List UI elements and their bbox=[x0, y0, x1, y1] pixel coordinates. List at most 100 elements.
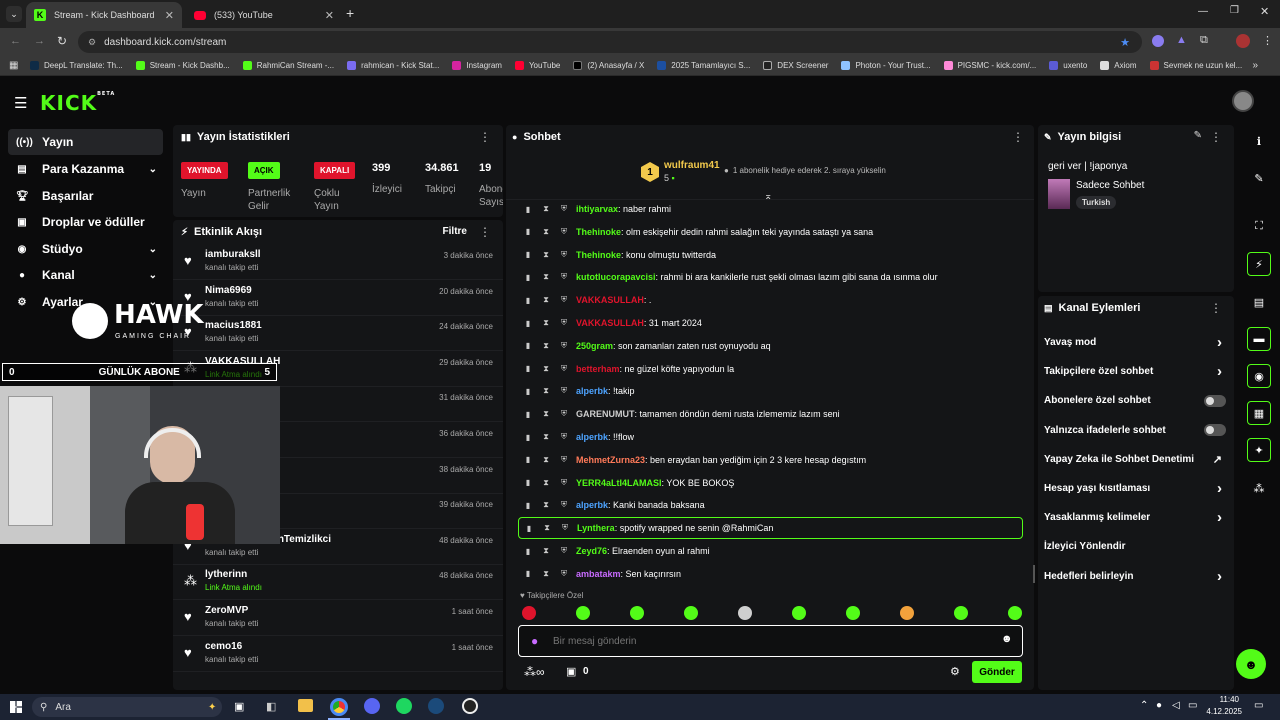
chat-username[interactable]: kutotlucorapavcisi bbox=[576, 272, 656, 282]
site-info-icon[interactable]: ⚙ bbox=[88, 37, 96, 48]
channel-action-item[interactable]: Takipçilere özel sohbet › bbox=[1044, 357, 1230, 386]
trash-icon[interactable]: ▮ bbox=[520, 410, 536, 419]
activity-username[interactable]: macius1881 bbox=[205, 320, 262, 331]
chat-username[interactable]: Thehinoke bbox=[576, 250, 621, 260]
chat-username[interactable]: betterham bbox=[576, 364, 620, 374]
battery-icon[interactable]: ▭ bbox=[1188, 700, 1197, 711]
activity-username[interactable]: ZeroMVP bbox=[205, 605, 248, 616]
tab-youtube[interactable]: (533) YouTube ✕ bbox=[186, 2, 342, 28]
spotify-icon[interactable] bbox=[396, 698, 412, 714]
chat-username[interactable]: alperbk bbox=[576, 386, 608, 396]
chat-message[interactable]: ▮ ⧗ ⛨ GARENUMUT: tamamen döndün demi rusta … bbox=[518, 403, 1023, 425]
mod-badge-icon[interactable]: ⛨ bbox=[556, 546, 572, 556]
timeout-icon[interactable]: ⧗ bbox=[538, 455, 554, 465]
mod-badge-icon[interactable]: ⛨ bbox=[556, 295, 572, 305]
mod-badge-icon[interactable]: ⛨ bbox=[556, 386, 572, 396]
chat-message[interactable]: ▮ ⧗ ⛨ ihtiyarvax: naber rahmi bbox=[518, 198, 1023, 220]
microphone-icon[interactable]: ● bbox=[1156, 700, 1162, 711]
channel-action-item[interactable]: Hesap yaşı kısıtlaması › bbox=[1044, 474, 1230, 503]
chat-icon[interactable]: ▬ bbox=[1247, 327, 1271, 351]
wrench-icon[interactable]: ✦ bbox=[1247, 438, 1271, 462]
mod-badge-icon[interactable]: ⛨ bbox=[556, 500, 572, 510]
chat-message[interactable]: ▮ ⧗ ⛨ MehmetZurna23: ben eraydan ban yediği… bbox=[518, 449, 1023, 471]
close-window-icon[interactable]: ✕ bbox=[1260, 5, 1269, 18]
volume-icon[interactable]: ◁ bbox=[1172, 700, 1180, 711]
trash-icon[interactable]: ▮ bbox=[520, 501, 536, 510]
emote-icon[interactable] bbox=[954, 606, 968, 620]
chat-message-input[interactable] bbox=[553, 632, 973, 650]
chat-message[interactable]: ▮ ⧗ ⛨ Thehinoke: olm eskişehir dedin rahmi … bbox=[518, 221, 1023, 243]
trash-icon[interactable]: ▮ bbox=[521, 524, 537, 533]
help-chat-icon[interactable]: ☻ bbox=[1236, 649, 1266, 679]
bookmark-star-icon[interactable]: ★ bbox=[1120, 36, 1130, 49]
bookmark-deepl[interactable]: DeepL Translate: Th... bbox=[30, 61, 123, 70]
trash-icon[interactable]: ▮ bbox=[520, 547, 536, 556]
timeout-icon[interactable]: ⧗ bbox=[538, 432, 554, 442]
obs-icon[interactable] bbox=[462, 698, 478, 714]
trash-icon[interactable]: ▮ bbox=[520, 250, 536, 259]
mod-badge-icon[interactable]: ⛨ bbox=[556, 432, 572, 442]
trash-icon[interactable]: ▮ bbox=[520, 296, 536, 305]
mod-badge-icon[interactable]: ⛨ bbox=[556, 204, 572, 214]
timeout-icon[interactable]: ⧗ bbox=[538, 295, 554, 305]
address-bar[interactable]: ⚙ dashboard.kick.com/stream ★ bbox=[78, 31, 1142, 53]
chat-username[interactable]: Thehinoke bbox=[576, 227, 621, 237]
timeout-icon[interactable]: ⧗ bbox=[538, 364, 554, 374]
chat-message[interactable]: ▮ ⧗ ⛨ VAKKASULLAH: . bbox=[518, 289, 1023, 311]
chat-menu-icon[interactable]: ⋮ bbox=[1012, 130, 1024, 144]
timeout-icon[interactable]: ⧗ bbox=[538, 204, 554, 214]
chat-username[interactable]: VAKKASULLAH bbox=[576, 318, 644, 328]
discord-icon[interactable] bbox=[364, 698, 380, 714]
chat-username[interactable]: Zeyd76 bbox=[576, 546, 607, 556]
timeout-icon[interactable]: ⧗ bbox=[538, 569, 554, 579]
maximize-icon[interactable]: ❐ bbox=[1230, 5, 1239, 16]
bookmark-uxento[interactable]: uxento bbox=[1049, 61, 1087, 70]
chat-message[interactable]: ▮ ⧗ ⛨ Thehinoke: konu olmuştu twitterda bbox=[518, 244, 1023, 266]
mod-badge-icon[interactable]: ⛨ bbox=[556, 569, 572, 579]
chat-username[interactable]: 250gram bbox=[576, 341, 613, 351]
mod-badge-icon[interactable]: ⛨ bbox=[556, 341, 572, 351]
extensions-puzzle-icon[interactable]: ⧉ bbox=[1200, 34, 1208, 47]
chat-username[interactable]: YERR4aLtI4LAMASI bbox=[576, 478, 662, 488]
channel-points-icon[interactable]: ⁂∞ bbox=[524, 665, 545, 679]
timeout-icon[interactable]: ⧗ bbox=[538, 546, 554, 556]
timeout-icon[interactable]: ⧗ bbox=[538, 250, 554, 260]
activity-item[interactable]: ♥ iamburaksll kanalı takip etti 3 dakika ön… bbox=[173, 244, 503, 280]
emote-icon[interactable] bbox=[522, 606, 536, 620]
nav-item-yayin[interactable]: ((•)) Yayın bbox=[8, 129, 163, 155]
profile-avatar-icon[interactable] bbox=[1236, 34, 1250, 48]
chat-message[interactable]: ▮ ⧗ ⛨ kutotlucorapavcisi: rahmi bi ara kank… bbox=[518, 266, 1023, 288]
kick-logo[interactable]: KICKBETA bbox=[40, 91, 115, 115]
info-icon[interactable]: ℹ bbox=[1247, 129, 1271, 153]
bookmark-youtube[interactable]: YouTube bbox=[514, 61, 560, 70]
timeout-icon[interactable]: ⧗ bbox=[538, 318, 554, 328]
timeout-icon[interactable]: ⧗ bbox=[538, 386, 554, 396]
tray-chevron-icon[interactable]: ⌃ bbox=[1140, 700, 1148, 711]
bookmark-x[interactable]: (2) Anasayfa / X bbox=[573, 61, 644, 70]
trash-icon[interactable]: ▮ bbox=[520, 387, 536, 396]
chat-username[interactable]: GARENUMUT bbox=[576, 409, 635, 419]
timeout-icon[interactable]: ⧗ bbox=[538, 478, 554, 488]
channel-action-item[interactable]: Abonelere özel sohbet bbox=[1044, 386, 1230, 415]
fullscreen-icon[interactable]: ⛶ bbox=[1247, 214, 1271, 238]
emote-icon[interactable] bbox=[738, 606, 752, 620]
mod-badge-icon[interactable]: ⛨ bbox=[556, 272, 572, 282]
extension-icon[interactable] bbox=[1152, 35, 1164, 47]
chat-message[interactable]: ▮ ⧗ ⛨ betterham: ne güzel köfte yapıyodun l… bbox=[518, 358, 1023, 380]
close-tab-icon[interactable]: ✕ bbox=[325, 9, 334, 22]
channel-action-item[interactable]: Yavaş mod › bbox=[1044, 328, 1230, 357]
toggle-switch[interactable] bbox=[1204, 424, 1226, 437]
trash-icon[interactable]: ▮ bbox=[520, 433, 536, 442]
windows-start-icon[interactable] bbox=[10, 701, 22, 713]
chat-message[interactable]: ▮ ⧗ ⛨ alperbk: !!flow bbox=[518, 426, 1023, 448]
file-explorer-icon[interactable] bbox=[298, 699, 313, 712]
lightning-icon[interactable]: ⚡︎ bbox=[1247, 252, 1271, 276]
chat-message[interactable]: ▮ ⧗ ⛨ ambatakm: Sen kaçırırsın bbox=[518, 563, 1023, 585]
chat-username[interactable]: MehmetZurna23 bbox=[576, 455, 645, 465]
chat-username[interactable]: VAKKASULLAH bbox=[576, 295, 644, 305]
chat-username[interactable]: ambatakm bbox=[576, 569, 621, 579]
trash-icon[interactable]: ▮ bbox=[520, 319, 536, 328]
chat-username[interactable]: alperbk bbox=[576, 432, 608, 442]
bookmark-kick-stats[interactable]: rahmican - Kick Stat... bbox=[347, 61, 439, 70]
chat-message[interactable]: ▮ ⧗ ⛨ Lynthera: spotify wrapped ne senin @R… bbox=[518, 517, 1023, 540]
